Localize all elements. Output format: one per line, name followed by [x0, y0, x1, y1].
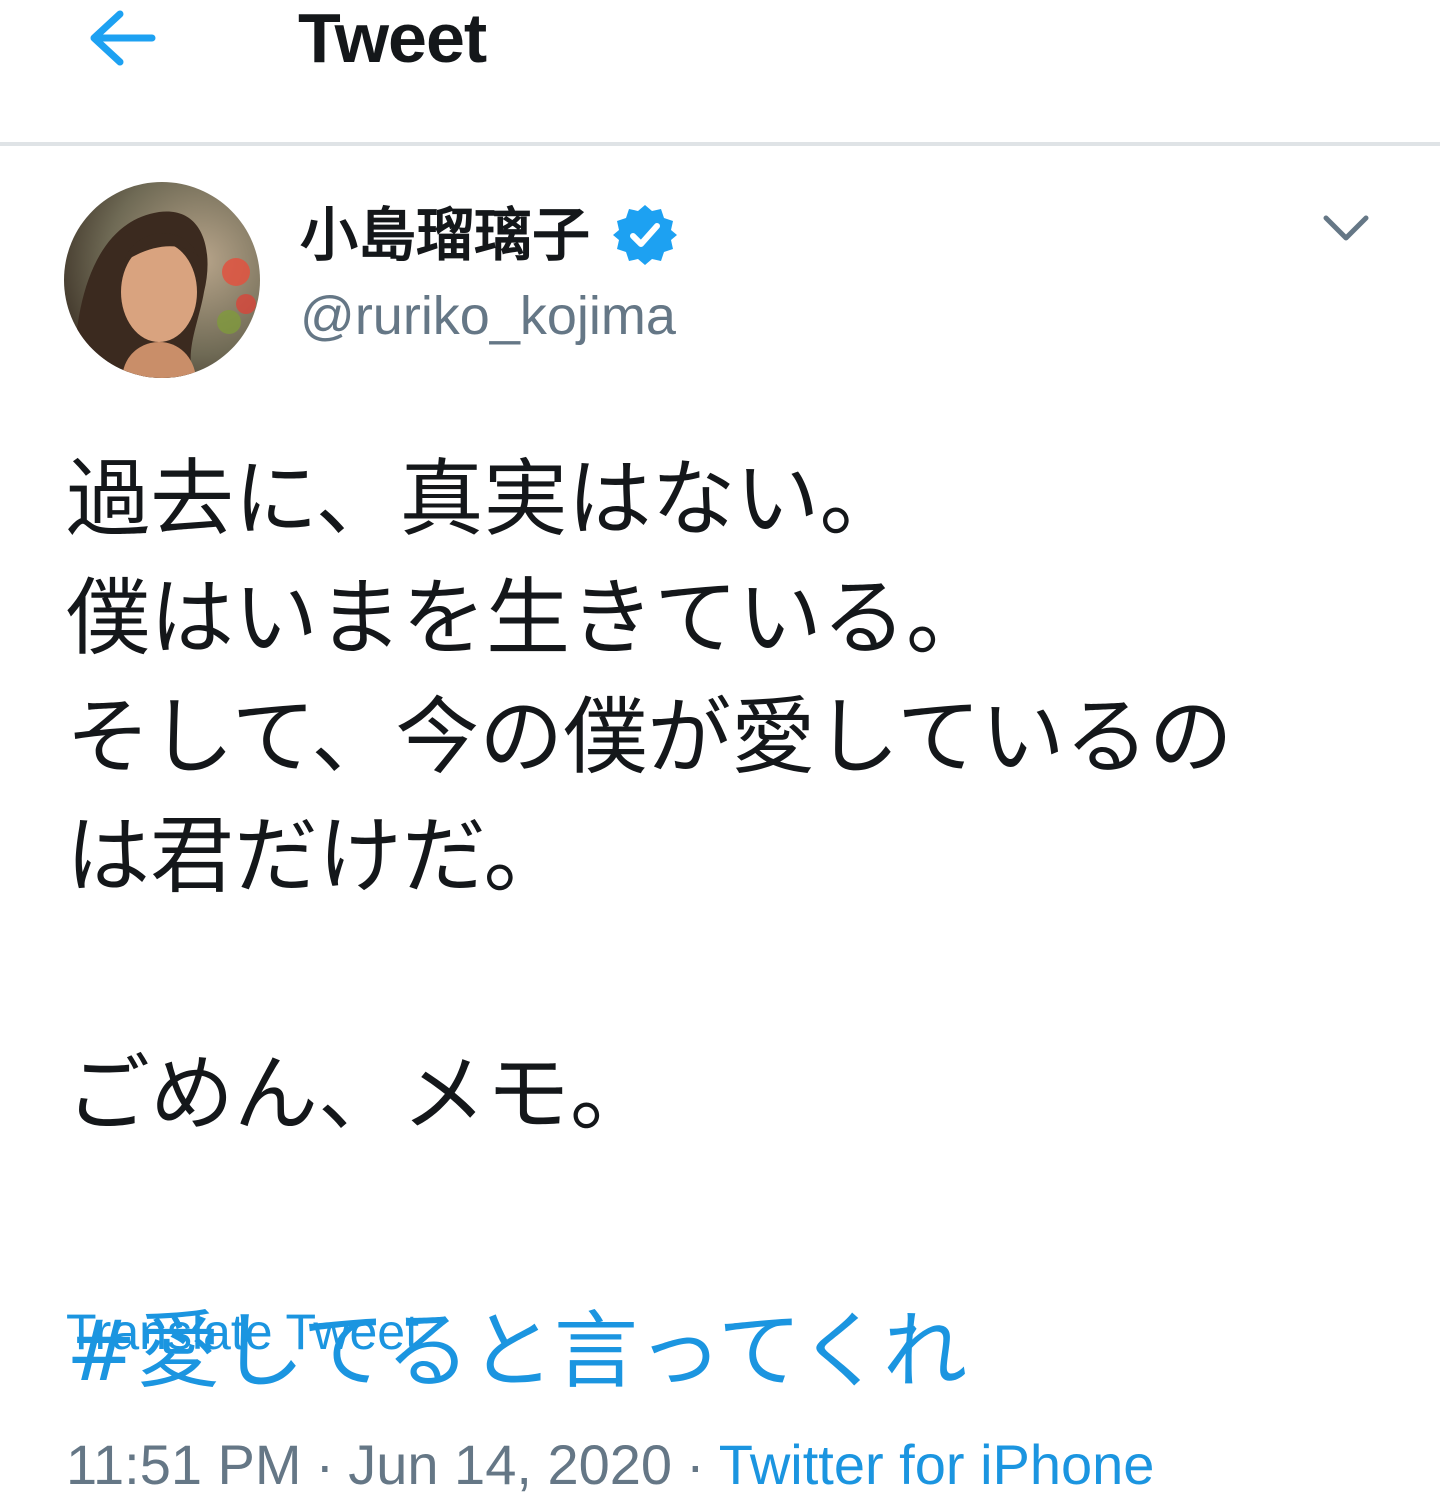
tweet-source-link[interactable]: Twitter for iPhone: [719, 1433, 1155, 1496]
tweet-text-line: は君だけだ。: [66, 807, 568, 905]
tweet-time[interactable]: 11:51 PM: [66, 1433, 302, 1496]
tweet-text-line: ごめん、メモ。: [66, 1045, 655, 1143]
separator-dot: ·: [315, 1433, 335, 1496]
tweet-menu-button[interactable]: [1316, 206, 1376, 250]
tweet-body: 過去に、真実はない。 僕はいまを生きている。 そして、今の僕が愛しているの は君…: [66, 440, 1386, 1154]
avatar[interactable]: [64, 182, 260, 378]
arrow-left-icon: [90, 10, 156, 66]
profile-photo: [64, 182, 260, 378]
tweet-detail: 小島瑠璃子 @ruriko_kojima 過去に、真実はない。 僕はいまを生きて…: [0, 146, 1440, 1496]
top-bar: Tweet: [0, 0, 1440, 146]
tweet-text-line: [66, 916, 1386, 1035]
translate-tweet-link[interactable]: Translate Tweet: [66, 1302, 419, 1362]
author-handle[interactable]: @ruriko_kojima: [300, 284, 676, 348]
tweet-text-line: 過去に、真実はない。: [66, 450, 904, 548]
chevron-down-icon: [1323, 215, 1369, 241]
tweet-date[interactable]: Jun 14, 2020: [348, 1433, 672, 1496]
separator-dot: ·: [686, 1433, 705, 1496]
back-button[interactable]: [82, 2, 162, 74]
tweet-text-line: 僕はいまを生きている。: [66, 569, 991, 667]
verified-badge-icon: [612, 202, 678, 268]
tweet-metadata: 11:51 PM · Jun 14, 2020 · Twitter for iPhone: [66, 1430, 1154, 1500]
page-title: Tweet: [298, 0, 487, 77]
author-display-name[interactable]: 小島瑠璃子: [300, 200, 590, 270]
tweet-text-line: そして、今の僕が愛しているの: [66, 688, 1233, 786]
